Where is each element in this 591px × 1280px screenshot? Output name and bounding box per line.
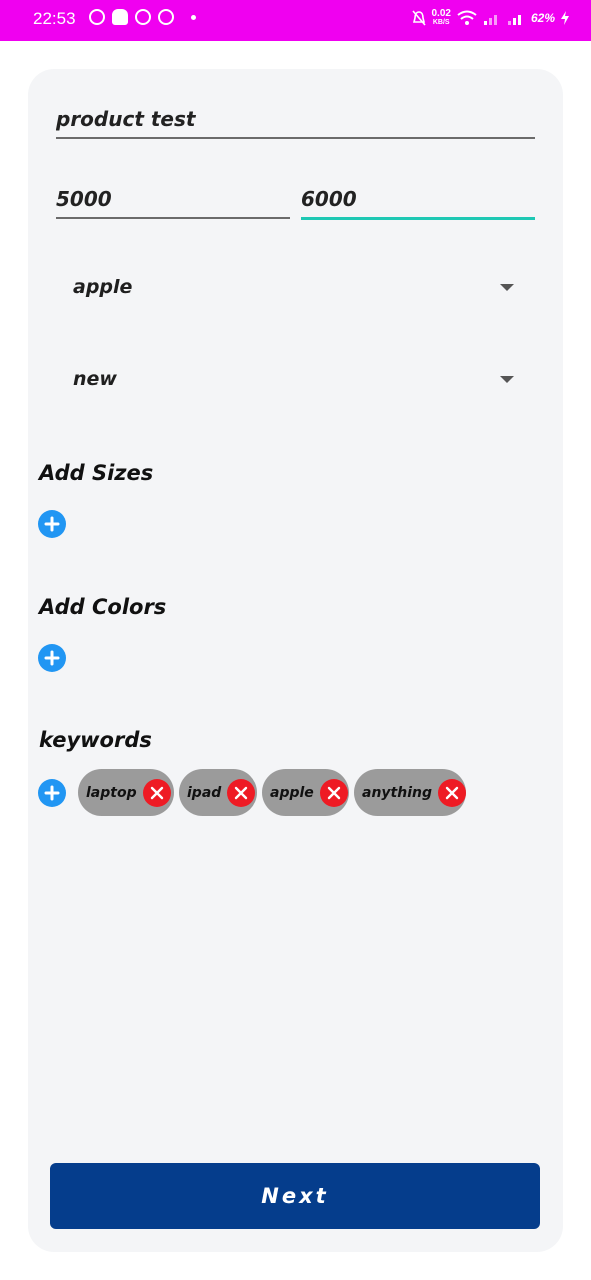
snapchat-icon bbox=[112, 9, 128, 25]
chevron-down-icon bbox=[500, 284, 514, 291]
notification-icons bbox=[89, 9, 196, 25]
keyword-chip-label: anything bbox=[362, 784, 432, 801]
plus-icon bbox=[44, 785, 60, 801]
charging-icon bbox=[561, 11, 569, 25]
keyword-chip-label: laptop bbox=[86, 784, 137, 801]
more-notifications-dot bbox=[191, 14, 196, 20]
wifi-icon bbox=[457, 10, 477, 25]
pinterest-icon bbox=[158, 9, 174, 25]
signal-icon-2 bbox=[507, 15, 521, 25]
product-form-card: apple new Add Sizes Add Colors keywords … bbox=[28, 69, 563, 1252]
brand-dropdown[interactable]: apple bbox=[56, 265, 534, 311]
remove-keyword-button[interactable] bbox=[142, 778, 171, 807]
add-color-button[interactable] bbox=[38, 644, 66, 672]
keyword-chip-label: ipad bbox=[187, 784, 222, 801]
status-right: 0.02 KB/S 62% bbox=[411, 9, 569, 27]
whatsapp-icon bbox=[89, 9, 105, 25]
chevron-down-icon bbox=[500, 376, 514, 383]
keyword-chip: ipad bbox=[179, 769, 257, 816]
brand-selected-value: apple bbox=[73, 276, 133, 298]
product-name-input[interactable] bbox=[56, 107, 534, 131]
add-size-button[interactable] bbox=[38, 510, 66, 538]
battery-level: 62% bbox=[530, 11, 555, 25]
status-time: 22:53 bbox=[33, 9, 76, 28]
plus-icon bbox=[44, 516, 60, 532]
remove-keyword-button[interactable] bbox=[438, 778, 466, 807]
status-bar: 22:53 0.02 KB/S 62% bbox=[0, 0, 591, 41]
close-icon bbox=[445, 786, 459, 799]
keyword-chip: laptop bbox=[78, 769, 174, 816]
close-icon bbox=[150, 786, 163, 799]
condition-selected-value: new bbox=[73, 368, 117, 390]
mute-bell-icon bbox=[411, 10, 426, 26]
product-name-underline bbox=[56, 137, 535, 139]
keyword-chip-label: apple bbox=[270, 784, 314, 801]
keyword-chip: apple bbox=[262, 769, 349, 816]
network-speed-unit: KB/S bbox=[432, 19, 450, 26]
remove-keyword-button[interactable] bbox=[319, 778, 348, 807]
max-price-underline bbox=[301, 217, 535, 220]
messenger-icon bbox=[135, 9, 151, 25]
min-price-underline bbox=[56, 217, 290, 219]
min-price-input[interactable] bbox=[56, 187, 288, 211]
max-price-input[interactable] bbox=[301, 187, 533, 211]
remove-keyword-button[interactable] bbox=[227, 778, 256, 807]
plus-icon bbox=[44, 650, 60, 666]
add-keyword-button[interactable] bbox=[38, 779, 66, 807]
network-speed: 0.02 KB/S bbox=[432, 9, 451, 27]
signal-icon bbox=[483, 15, 497, 25]
next-button[interactable]: Next bbox=[50, 1163, 540, 1229]
keyword-chip: anything bbox=[354, 769, 466, 816]
close-icon bbox=[235, 786, 248, 799]
add-sizes-title: Add Sizes bbox=[39, 461, 154, 485]
add-colors-title: Add Colors bbox=[39, 595, 167, 619]
condition-dropdown[interactable]: new bbox=[56, 357, 534, 403]
network-speed-value: 0.02 bbox=[431, 8, 451, 19]
close-icon bbox=[327, 786, 340, 799]
keywords-title: keywords bbox=[39, 728, 152, 752]
